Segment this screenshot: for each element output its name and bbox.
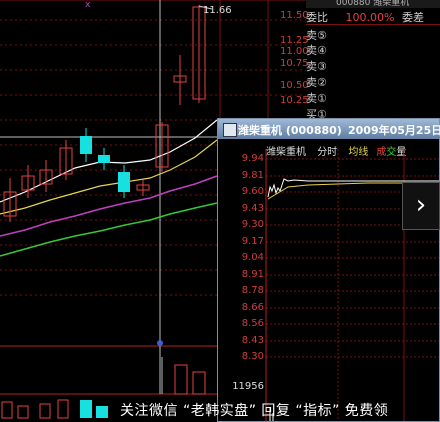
chevron-right-icon: › — [415, 190, 427, 220]
price-tick: 9.81 — [241, 170, 264, 181]
promo-banner: 关注微信 “老韩实盘” 回复 “指标” 免费领 — [0, 394, 440, 422]
volume-bars — [174, 364, 206, 395]
price-tick: 8.66 — [241, 302, 264, 313]
price-tick: 8.78 — [241, 285, 264, 296]
ma-line-yellow — [0, 139, 218, 215]
axis-label: 10.75 — [280, 58, 309, 69]
ratio-row: 委比 100.00% 委差 — [306, 11, 424, 24]
top-marker: x — [85, 0, 91, 10]
ma-line-green — [0, 202, 218, 257]
intraday-popup[interactable]: 潍柴重机 (000880) 2009年05月25日 潍柴重机 分时 均线成交量 — [217, 118, 440, 422]
price-tick: 9.43 — [241, 203, 264, 214]
promo-text: 关注微信 “老韩实盘” 回复 “指标” 免费领 — [120, 403, 389, 419]
ask-5[interactable]: 卖⑤ — [306, 27, 327, 43]
price-tick: 8.91 — [241, 269, 264, 280]
price-tick: 9.17 — [241, 236, 264, 247]
price-tick: 9.60 — [241, 186, 264, 197]
price-tick: 9.94 — [241, 153, 264, 164]
price-tick: 9.04 — [241, 252, 264, 263]
order-book-header: 000880 潍柴重机 — [306, 0, 440, 8]
ask-2[interactable]: 卖② — [306, 74, 327, 90]
ask-3[interactable]: 卖③ — [306, 58, 327, 74]
small-volume-bars — [1, 399, 69, 419]
high-price-label: 11.66 — [203, 5, 232, 16]
volume-tick: 11956 — [232, 381, 264, 392]
bar-chart-icon — [80, 400, 108, 418]
axis-label: 10.50 — [280, 80, 309, 91]
price-tick: 8.43 — [241, 335, 264, 346]
ask-4[interactable]: 卖④ — [306, 42, 327, 58]
next-arrow-button[interactable]: › — [402, 182, 440, 230]
price-tick: 8.30 — [241, 351, 264, 362]
ask-1[interactable]: 卖① — [306, 90, 327, 106]
axis-label: 11.00 — [280, 46, 309, 57]
price-tick: 8.56 — [241, 318, 264, 329]
axis-label: 10.25 — [280, 95, 309, 106]
axis-label: 11.25 — [280, 35, 309, 46]
price-tick: 9.30 — [241, 219, 264, 230]
axis-label: 11.50 — [280, 10, 309, 21]
